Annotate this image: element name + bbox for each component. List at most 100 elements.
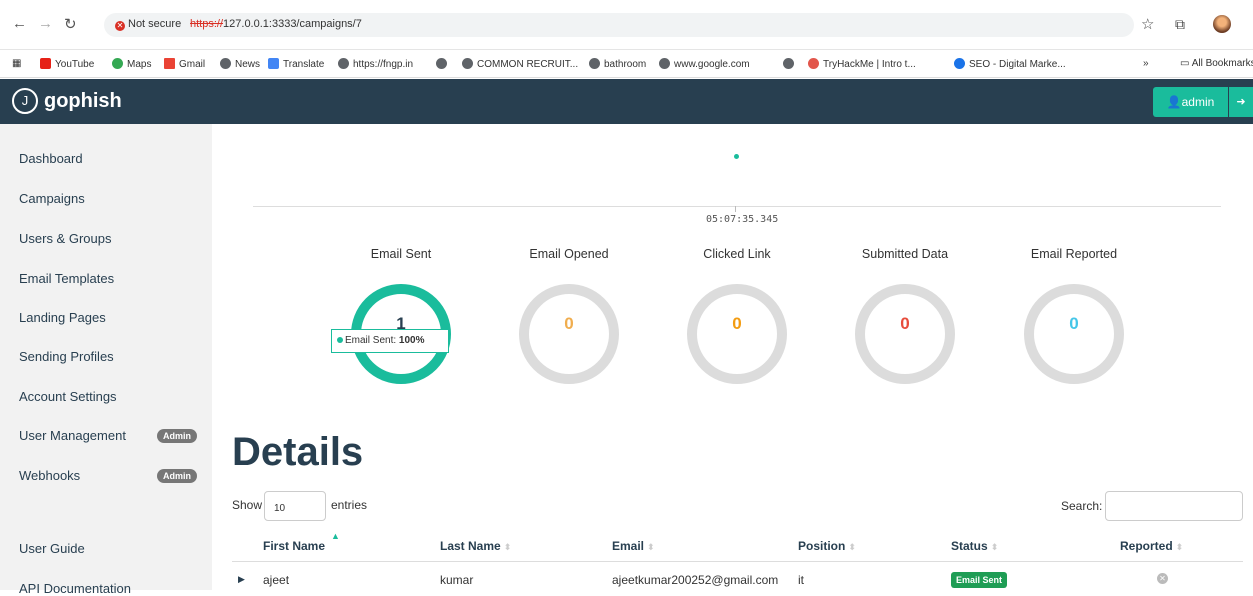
reload-icon[interactable]: ↻	[64, 15, 77, 33]
bookmark-seo[interactable]: SEO - Digital Marke...	[954, 58, 1066, 70]
expand-row-icon[interactable]: ▶	[238, 574, 245, 585]
metric-value: 0	[732, 314, 742, 333]
url-text[interactable]: https://127.0.0.1:3333/campaigns/7	[190, 18, 362, 30]
tryhackme-icon	[808, 58, 819, 69]
metric-title-text: Clicked Link	[703, 247, 771, 261]
metric-title-text: Email Sent	[370, 247, 432, 261]
sidebar: Dashboard Campaigns Users & Groups Email…	[0, 124, 212, 596]
sidebar-item-account-settings[interactable]: Account Settings	[19, 389, 117, 404]
sidebar-item-api-docs[interactable]: API Documentation	[19, 581, 131, 596]
timeline-point[interactable]	[734, 154, 739, 159]
bookmark-bathroom[interactable]: bathroom	[589, 58, 646, 70]
bookmarks-bar: ▦ YouTube Maps Gmail News Translate http…	[0, 50, 1253, 78]
bookmark-news[interactable]: News	[220, 58, 260, 70]
cell-position: it	[798, 573, 804, 587]
sidebar-item-user-management[interactable]: User Management	[19, 428, 126, 443]
table-header-divider	[232, 561, 1243, 562]
sidebar-item-user-guide[interactable]: User Guide	[19, 541, 85, 556]
gophish-logo-icon[interactable]: J	[12, 88, 38, 114]
globe-icon	[220, 58, 231, 69]
column-position[interactable]: Position ⬍	[798, 539, 856, 553]
sidebar-item-webhooks[interactable]: Webhooks	[19, 468, 80, 483]
bookmark-fngp[interactable]: https://fngp.in	[338, 58, 413, 70]
bookmark-translate[interactable]: Translate	[268, 58, 324, 70]
sidebar-item-sending-profiles[interactable]: Sending Profiles	[19, 349, 114, 364]
apps-icon[interactable]: ▦	[12, 58, 21, 69]
brand-name[interactable]: gophish	[44, 90, 122, 113]
forward-icon[interactable]: →	[38, 15, 53, 32]
address-bar[interactable]: ✕ Not secure https://127.0.0.1:3333/campa…	[104, 13, 1134, 37]
warning-icon: ✕	[115, 21, 125, 31]
browser-toolbar: ← → ↻ ✕ Not secure https://127.0.0.1:3333…	[0, 0, 1253, 50]
entries-label: entries	[331, 498, 368, 512]
column-first-name[interactable]: First Name	[263, 539, 325, 553]
details-heading: Details	[232, 430, 364, 474]
sort-asc-icon[interactable]: ▲	[331, 531, 340, 541]
metric-value: 0	[1069, 314, 1079, 333]
metric-value: 0	[900, 314, 910, 333]
globe-icon	[783, 58, 794, 69]
bookmarks-more[interactable]: »	[1143, 58, 1149, 69]
admin-user-button[interactable]: 👤admin	[1153, 87, 1228, 117]
sort-icon: ⬍	[647, 542, 655, 552]
metric-title: Email Sent	[341, 245, 461, 263]
bookmark-maps[interactable]: Maps	[112, 58, 151, 70]
back-icon[interactable]: ←	[12, 15, 27, 32]
legend-dot	[337, 337, 343, 343]
timeline-tick	[735, 206, 736, 212]
sidebar-item-users-groups[interactable]: Users & Groups	[19, 231, 111, 246]
column-status[interactable]: Status ⬍	[951, 539, 998, 553]
bookmark-blank[interactable]	[436, 58, 451, 70]
folder-icon: ▭	[1180, 58, 1192, 69]
sidebar-item-landing-pages[interactable]: Landing Pages	[19, 310, 106, 325]
sidebar-item-campaigns[interactable]: Campaigns	[19, 191, 85, 206]
sidebar-item-dashboard[interactable]: Dashboard	[19, 151, 83, 166]
extensions-icon[interactable]: ⧉	[1175, 16, 1185, 33]
all-bookmarks[interactable]: ▭ All Bookmarks	[1180, 58, 1253, 69]
metric-title-text: Email Reported	[1030, 247, 1118, 261]
column-last-name[interactable]: Last Name ⬍	[440, 539, 511, 553]
cell-email: ajeetkumar200252@gmail.com	[612, 573, 779, 587]
metric-value: 0	[564, 314, 574, 333]
metric-title: Email Opened	[509, 245, 629, 263]
bookmark-gmail[interactable]: Gmail	[164, 58, 205, 70]
admin-badge: Admin	[157, 469, 197, 483]
metric-title-text: Email Opened	[529, 247, 609, 261]
globe-icon	[338, 58, 349, 69]
column-reported[interactable]: Reported ⬍	[1120, 539, 1183, 553]
user-icon: 👤	[1166, 95, 1182, 109]
logout-icon[interactable]: ➜	[1229, 87, 1253, 117]
bookmark-tryhackme[interactable]: TryHackMe | Intro t...	[808, 58, 916, 70]
admin-badge: Admin	[157, 429, 197, 443]
not-secure-badge[interactable]: ✕ Not secure	[115, 18, 181, 31]
metric-ring[interactable]	[1024, 284, 1124, 384]
profile-avatar[interactable]	[1213, 15, 1231, 33]
sort-icon: ⬍	[848, 542, 856, 552]
not-reported-icon: ✕	[1157, 573, 1168, 584]
bookmark-common-recruit[interactable]: COMMON RECRUIT...	[462, 58, 578, 70]
bookmark-youtube[interactable]: YouTube	[40, 58, 94, 70]
metric-title: Submitted Data	[845, 245, 965, 263]
sort-icon: ⬍	[503, 542, 512, 552]
timeline-axis	[253, 206, 1221, 207]
app-navbar: J gophish 👤admin ➜	[0, 79, 1253, 124]
bookmark-blank-2[interactable]	[783, 58, 798, 70]
bookmark-google[interactable]: www.google.com	[659, 58, 750, 70]
metric-ring[interactable]	[519, 284, 619, 384]
metric-title-text: Submitted Data	[861, 247, 949, 261]
column-email[interactable]: Email ⬍	[612, 539, 655, 553]
sidebar-item-email-templates[interactable]: Email Templates	[19, 271, 114, 286]
sort-icon: ⬍	[990, 542, 999, 552]
sort-icon: ⬍	[1175, 542, 1184, 552]
metric-title: Clicked Link	[677, 245, 797, 263]
search-input[interactable]	[1105, 491, 1243, 521]
youtube-icon	[40, 58, 51, 69]
search-label: Search:	[1061, 499, 1103, 513]
entries-length-select[interactable]: 10	[264, 491, 326, 521]
gmail-icon	[164, 58, 175, 69]
bookmark-star-icon[interactable]: ☆	[1141, 15, 1154, 33]
cell-first-name: ajeet	[263, 573, 290, 587]
metric-ring[interactable]	[855, 284, 955, 384]
metric-ring[interactable]	[687, 284, 787, 384]
translate-icon	[268, 58, 279, 69]
